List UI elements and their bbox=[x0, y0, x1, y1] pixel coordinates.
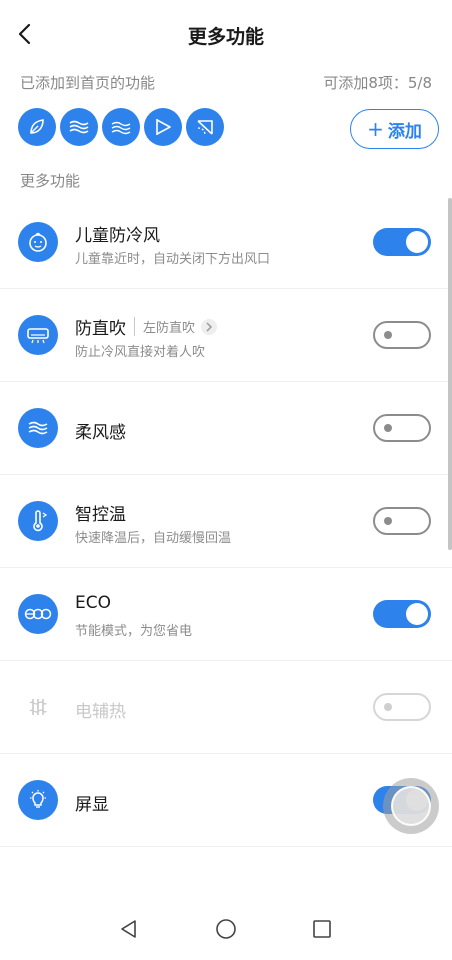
eco-icon bbox=[18, 594, 58, 634]
feature-name-group: 防直吹 左防直吹 bbox=[75, 314, 218, 339]
feature-name: 电辅热 bbox=[75, 702, 126, 722]
feature-row-smart-temp: 智控温 快速降温后，自动缓慢回温 bbox=[0, 475, 452, 568]
feature-row-eco: ECO 节能模式，为您省电 bbox=[0, 568, 452, 661]
toggle-switch[interactable] bbox=[373, 228, 431, 256]
added-features-label: 已添加到首页的功能 bbox=[20, 74, 156, 92]
soft-wind-icon bbox=[18, 408, 58, 448]
added-soft-wind-icon[interactable] bbox=[102, 108, 140, 146]
add-feature-button[interactable]: + 添加 bbox=[350, 109, 439, 149]
added-swing-icon[interactable] bbox=[144, 108, 182, 146]
added-features-header: 已添加到首页的功能 可添加8项：5/8 bbox=[20, 72, 432, 96]
heater-icon bbox=[18, 687, 58, 727]
add-button-label: 添加 bbox=[387, 121, 422, 142]
feature-row-electric-heat: 电辅热 bbox=[0, 661, 452, 754]
feature-name: 柔风感 bbox=[75, 423, 126, 443]
feature-name: 防直吹 bbox=[75, 319, 126, 339]
triangle-back-icon bbox=[121, 920, 136, 938]
added-icons-row bbox=[18, 108, 224, 146]
nav-back-button[interactable] bbox=[114, 914, 144, 944]
added-sweep-icon[interactable] bbox=[186, 108, 224, 146]
header: 更多功能 bbox=[0, 0, 452, 68]
nav-recents-button[interactable] bbox=[307, 914, 337, 944]
toggle-switch[interactable] bbox=[373, 321, 431, 349]
circle-home-icon bbox=[216, 919, 236, 939]
more-features-label: 更多功能 bbox=[20, 172, 81, 190]
added-wind-wave-icon[interactable] bbox=[60, 108, 98, 146]
feature-desc: 防止冷风直接对着人吹 bbox=[75, 345, 206, 360]
ac-unit-icon bbox=[18, 315, 58, 355]
plus-icon: + bbox=[367, 117, 384, 141]
chevron-right-icon bbox=[201, 318, 218, 335]
page-title: 更多功能 bbox=[187, 26, 264, 48]
feature-row-anti-direct-blow: 防直吹 左防直吹 防止冷风直接对着人吹 bbox=[0, 289, 452, 382]
feature-sub-option[interactable]: 左防直吹 bbox=[134, 317, 218, 336]
feature-name: 儿童防冷风 bbox=[75, 226, 160, 246]
system-nav-bar bbox=[0, 900, 452, 960]
touch-indicator-center bbox=[391, 786, 431, 826]
toggle-switch[interactable] bbox=[373, 414, 431, 442]
toggle-switch[interactable] bbox=[373, 693, 431, 721]
child-face-icon bbox=[18, 222, 58, 262]
thermometer-icon bbox=[18, 501, 58, 541]
feature-row-child-anti-cold: 儿童防冷风 儿童靠近时，自动关闭下方出风口 bbox=[0, 196, 452, 289]
feature-name: 智控温 bbox=[75, 505, 126, 525]
nav-home-button[interactable] bbox=[211, 914, 241, 944]
bulb-icon bbox=[18, 780, 58, 820]
feature-row-soft-wind: 柔风感 bbox=[0, 382, 452, 475]
feature-desc: 节能模式，为您省电 bbox=[75, 624, 193, 639]
feature-list: 儿童防冷风 儿童靠近时，自动关闭下方出风口 防直吹 左防直吹 防止冷风直接对着人… bbox=[0, 196, 452, 847]
added-leaf-icon[interactable] bbox=[18, 108, 56, 146]
square-recents-icon bbox=[313, 920, 331, 938]
feature-name: 屏显 bbox=[75, 795, 109, 815]
feature-sub-label: 左防直吹 bbox=[143, 321, 196, 336]
feature-desc: 快速降温后，自动缓慢回温 bbox=[75, 531, 232, 546]
toggle-switch[interactable] bbox=[373, 600, 431, 628]
feature-desc: 儿童靠近时，自动关闭下方出风口 bbox=[75, 252, 271, 267]
scrollbar[interactable] bbox=[448, 198, 452, 550]
feature-name: ECO bbox=[75, 593, 111, 613]
added-count: 可添加8项：5/8 bbox=[323, 74, 432, 92]
toggle-switch[interactable] bbox=[373, 507, 431, 535]
